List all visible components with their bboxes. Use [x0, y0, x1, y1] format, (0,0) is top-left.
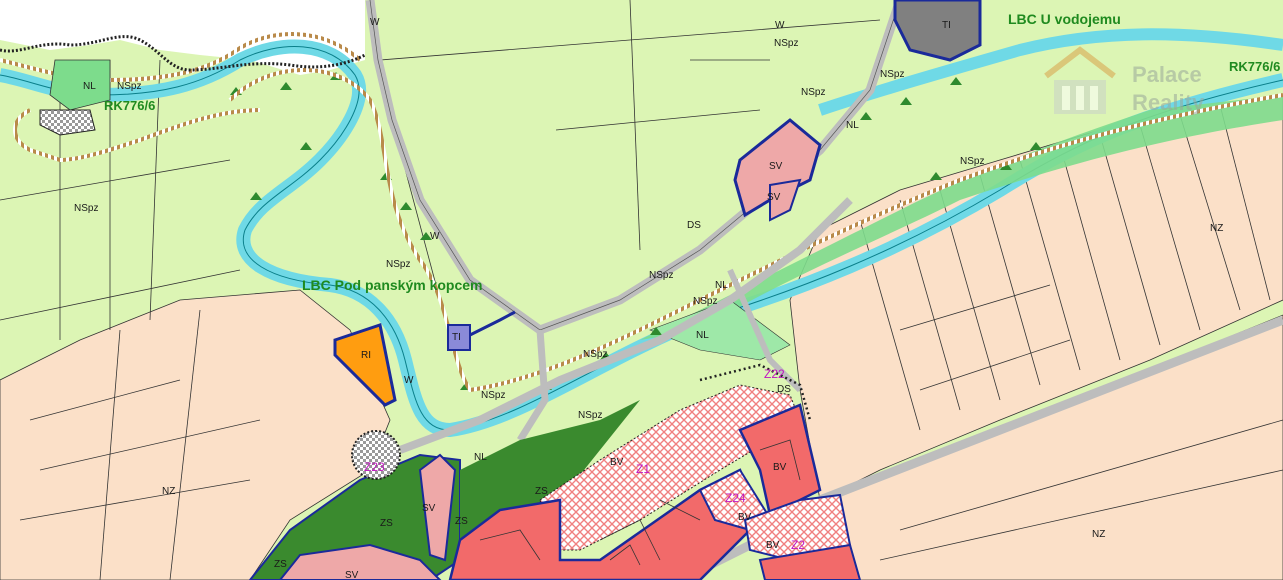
map-canvas[interactable]: LBC U vodojemu LBC Pod panským kopcem RK…: [0, 0, 1283, 580]
watermark-logo: Palace Reality: [1040, 40, 1240, 120]
ti-block-small: [447, 324, 471, 351]
z23-area: [351, 430, 401, 480]
watermark-line1: Palace: [1132, 62, 1202, 87]
house-icon: [1044, 46, 1116, 114]
watermark-line2: Reality: [1132, 90, 1205, 115]
